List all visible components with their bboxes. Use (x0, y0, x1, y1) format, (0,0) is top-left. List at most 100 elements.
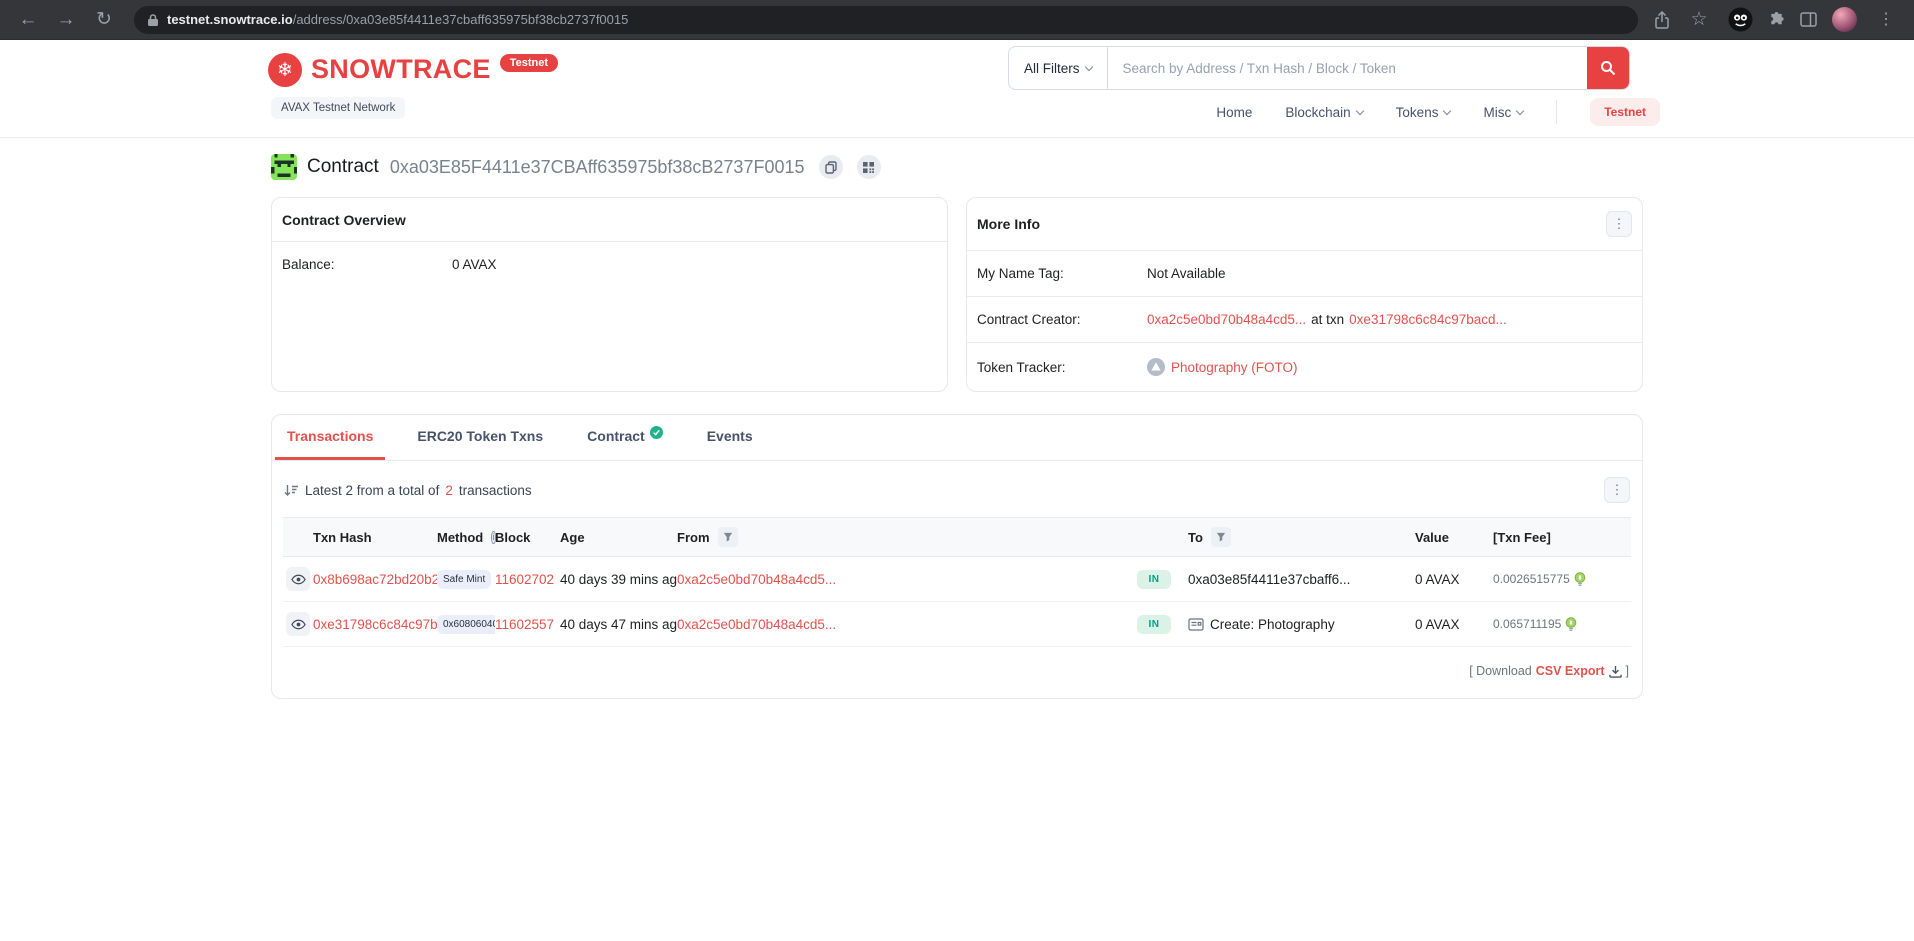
browser-menu-icon[interactable]: ⋮ (1872, 6, 1900, 34)
back-icon[interactable]: ← (14, 6, 42, 34)
search-bar: All Filters (1008, 46, 1630, 90)
tx-preview-eye-icon[interactable] (286, 567, 310, 591)
extension-owl-icon[interactable] (1728, 7, 1753, 32)
contract-creator-label: Contract Creator: (977, 312, 1147, 327)
bookmark-icon[interactable]: ☆ (1685, 6, 1713, 34)
page-title-row: Contract 0xa03E85F4411e37CBAff635975bf38… (271, 152, 1643, 182)
browser-toolbar: ← → ↻ testnet.snowtrace.io/address/0xa03… (0, 0, 1914, 40)
name-tag-label: My Name Tag: (977, 266, 1147, 281)
browser-nav-buttons: ← → ↻ (14, 6, 118, 34)
direction-badge: IN (1137, 570, 1171, 589)
table-header-row: Txn Hash Methodi Block Age From To (283, 518, 1631, 557)
nav-misc[interactable]: Misc (1483, 105, 1523, 120)
creator-address-link[interactable]: 0xa2c5e0bd70b48a4cd5... (1147, 312, 1306, 327)
gas-bulb-icon (1565, 617, 1577, 632)
name-tag-row: My Name Tag: Not Available (967, 251, 1642, 296)
search-filter-label: All Filters (1024, 61, 1080, 76)
col-to: To (1188, 518, 1415, 557)
search-filter-dropdown[interactable]: All Filters (1009, 47, 1108, 89)
sort-icon (284, 484, 299, 497)
search-button[interactable] (1587, 47, 1629, 89)
nav-blockchain[interactable]: Blockchain (1285, 105, 1362, 120)
txn-hash-link[interactable]: 0x8b698ac72bd20b2a64... (313, 572, 437, 587)
balance-value: 0 AVAX (452, 257, 497, 272)
tx-fee: 0.0026515775 (1493, 572, 1570, 586)
qr-code-icon (863, 162, 874, 173)
snowtrace-logo-icon[interactable]: ❄ (268, 53, 302, 87)
creator-txn-link[interactable]: 0xe31798c6c84c97bacd... (1349, 312, 1507, 327)
more-info-menu-icon[interactable]: ⋮ (1606, 211, 1632, 237)
forward-icon[interactable]: → (52, 6, 80, 34)
block-link[interactable]: 11602557 (495, 617, 554, 632)
more-info-card: More Info ⋮ My Name Tag: Not Available C… (966, 197, 1643, 392)
chevron-down-icon (1355, 106, 1363, 114)
search-icon (1600, 60, 1616, 76)
col-from: From (677, 518, 1137, 557)
url-domain: testnet.snowtrace.io (167, 12, 293, 27)
token-tracker-row: Token Tracker: Photography (FOTO) (967, 342, 1642, 391)
token-logo-icon (1147, 358, 1165, 376)
contract-doc-icon (1188, 618, 1204, 631)
reload-icon[interactable]: ↻ (90, 6, 118, 34)
brand-name[interactable]: SNOWTRACE (311, 53, 491, 86)
search-input[interactable] (1108, 47, 1587, 89)
tab-events[interactable]: Events (695, 415, 765, 460)
col-txn-fee: [Txn Fee] (1493, 518, 1631, 557)
main-content: Contract 0xa03E85F4411e37CBAff635975bf38… (271, 152, 1643, 699)
balance-row: Balance: 0 AVAX (272, 242, 947, 287)
col-eye (283, 518, 313, 557)
main-nav: Home Blockchain Tokens Misc Testnet (1216, 98, 1660, 126)
tx-summary-row: Latest 2 from a total of 2 transactions … (272, 461, 1642, 517)
tx-options-menu-icon[interactable]: ⋮ (1604, 477, 1630, 503)
contract-address: 0xa03E85F4411e37CBAff635975bf38cB2737F00… (390, 157, 805, 178)
tab-transactions[interactable]: Transactions (275, 415, 385, 460)
block-link[interactable]: 11602702 (495, 572, 554, 587)
creator-conjunction: at txn (1311, 312, 1344, 327)
extensions-puzzle-icon[interactable] (1768, 11, 1785, 28)
tx-summary-prefix: Latest 2 from a total of (305, 483, 439, 498)
tab-contract[interactable]: Contract (575, 415, 675, 460)
to-filter-icon[interactable] (1211, 527, 1231, 547)
from-address-link[interactable]: 0xa2c5e0bd70b48a4cd5... (677, 572, 836, 587)
nav-home[interactable]: Home (1216, 105, 1252, 120)
method-badge: Safe Mint (437, 570, 491, 589)
tx-age: 40 days 39 mins ago (560, 572, 677, 587)
browser-actions: ☆ ⋮ (1654, 6, 1900, 34)
from-address-link[interactable]: 0xa2c5e0bd70b48a4cd5... (677, 617, 836, 632)
table-row: 0xe31798c6c84c97bacd... 0x60806040 11602… (283, 602, 1631, 647)
tx-value: 0 AVAX (1415, 617, 1460, 632)
testnet-network-button[interactable]: Testnet (1590, 98, 1660, 126)
table-row: 0x8b698ac72bd20b2a64... Safe Mint 116027… (283, 557, 1631, 602)
token-tracker-link[interactable]: Photography (FOTO) (1171, 360, 1298, 375)
tabs-row: Transactions ERC20 Token Txns Contract E… (272, 415, 1642, 461)
share-icon[interactable] (1654, 11, 1670, 29)
csv-export-link[interactable]: CSV Export (1536, 664, 1605, 678)
brand-testnet-badge: Testnet (500, 54, 558, 72)
csv-export-row: [ Download CSV Export ] (272, 647, 1642, 698)
address-bar[interactable]: testnet.snowtrace.io/address/0xa03e85f44… (134, 6, 1638, 34)
token-tracker-label: Token Tracker: (977, 360, 1147, 375)
tx-age: 40 days 47 mins ago (560, 617, 677, 632)
url-text: testnet.snowtrace.io/address/0xa03e85f44… (167, 12, 628, 27)
copy-address-button[interactable] (819, 155, 843, 179)
tx-preview-eye-icon[interactable] (286, 612, 310, 636)
col-age[interactable]: Age (560, 518, 677, 557)
contract-overview-card: Contract Overview Balance: 0 AVAX (271, 197, 948, 392)
contract-creator-row: Contract Creator: 0xa2c5e0bd70b48a4cd5..… (967, 296, 1642, 342)
page-title: Contract (307, 156, 379, 178)
lock-icon (147, 13, 159, 27)
txn-hash-link[interactable]: 0xe31798c6c84c97bacd... (313, 617, 437, 632)
qr-code-button[interactable] (857, 155, 881, 179)
side-panel-icon[interactable] (1800, 12, 1817, 27)
brand-block: ❄ SNOWTRACE Testnet AVAX Testnet Network (268, 53, 558, 119)
nav-tokens[interactable]: Tokens (1396, 105, 1451, 120)
chevron-down-icon (1516, 106, 1524, 114)
chevron-down-icon (1443, 106, 1451, 114)
tx-value: 0 AVAX (1415, 572, 1460, 587)
tab-erc20-token-txns[interactable]: ERC20 Token Txns (405, 415, 555, 460)
from-filter-icon[interactable] (718, 527, 738, 547)
to-contract-name: Create: Photography (1210, 617, 1335, 632)
col-direction (1137, 518, 1188, 557)
profile-avatar[interactable] (1832, 7, 1857, 32)
copy-icon (825, 161, 837, 174)
